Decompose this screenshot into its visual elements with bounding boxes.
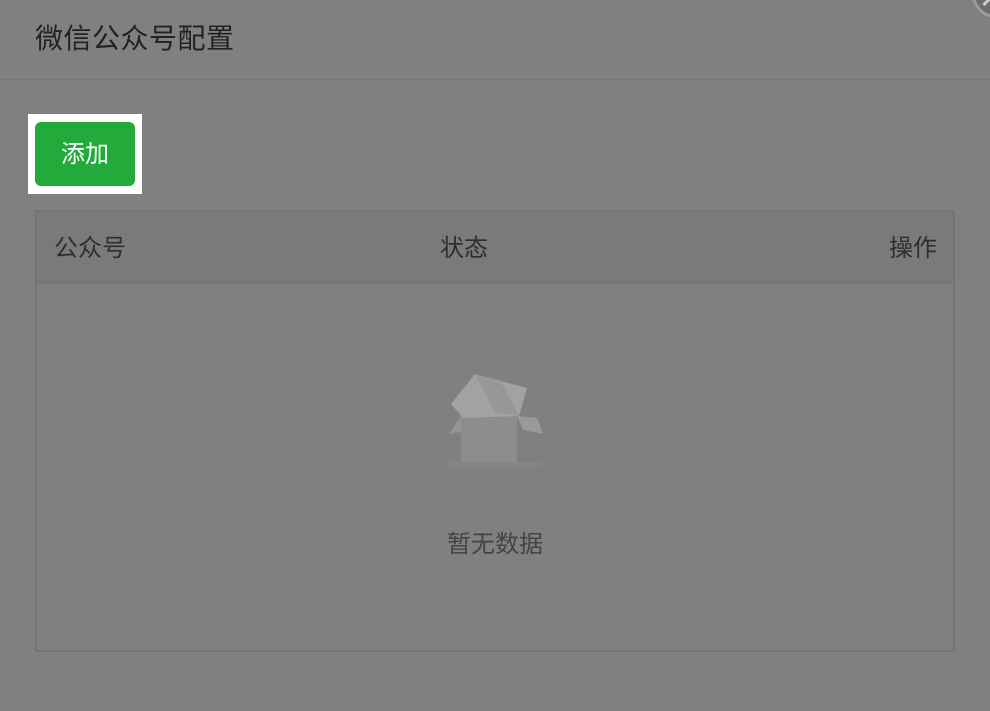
dialog-header: 微信公众号配置 [0, 0, 990, 80]
close-button[interactable] [972, 0, 990, 18]
accounts-table: 公众号 状态 操作 暂无数据 [35, 210, 955, 652]
close-icon [982, 0, 990, 7]
column-header-status: 状态 [440, 234, 488, 262]
column-header-account: 公众号 [54, 234, 126, 262]
dialog-title: 微信公众号配置 [35, 22, 235, 55]
table-header-row: 公众号 状态 操作 [37, 212, 953, 284]
empty-box-icon [447, 374, 543, 469]
column-header-action: 操作 [889, 234, 937, 262]
add-button[interactable]: 添加 [35, 122, 135, 186]
wechat-config-dialog: 微信公众号配置 添加 公众号 状态 操作 暂无数据 [0, 0, 990, 711]
empty-state-text: 暂无数据 [447, 530, 543, 558]
